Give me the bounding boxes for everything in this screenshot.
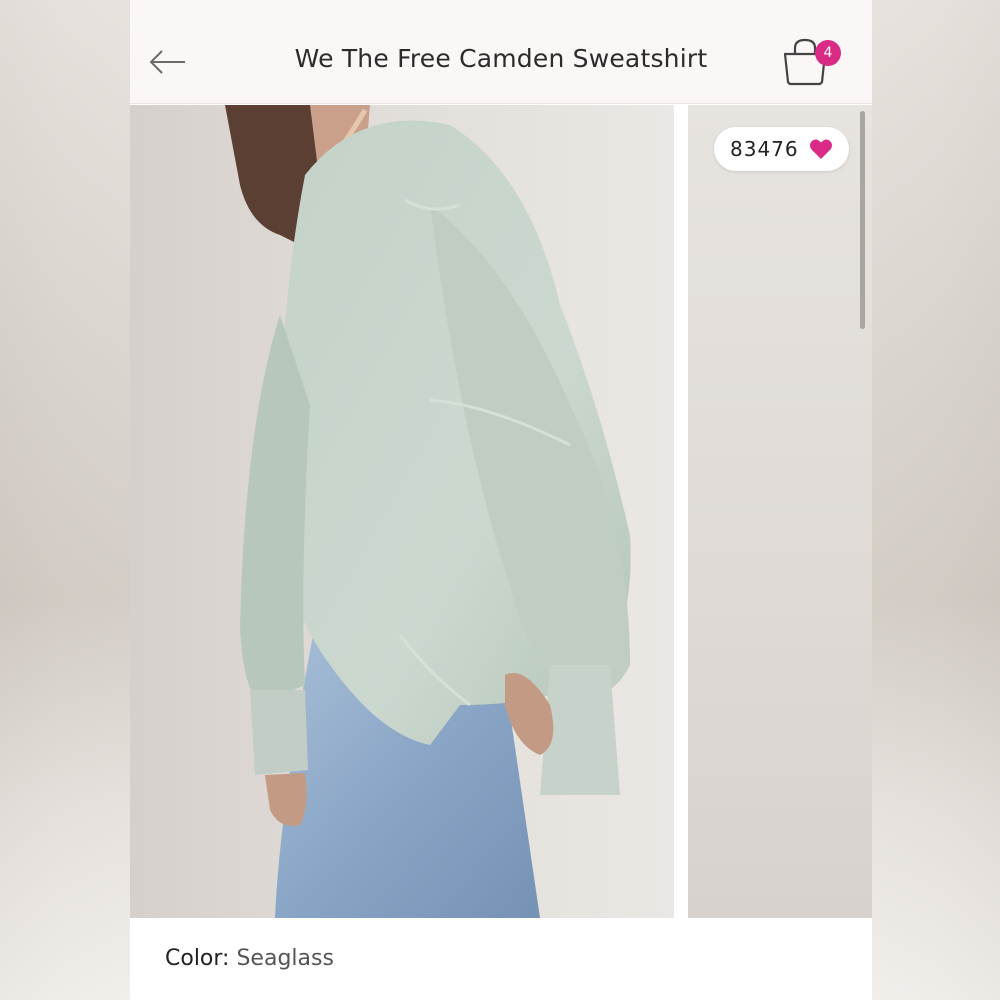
color-value: Seaglass — [236, 946, 334, 971]
cart-button[interactable]: 4 — [780, 36, 844, 92]
like-count: 83476 — [730, 137, 799, 161]
page-title: We The Free Camden Sweatshirt — [294, 44, 708, 73]
cart-count-badge: 4 — [815, 40, 841, 66]
like-button[interactable]: 83476 — [714, 127, 849, 171]
product-photo-main[interactable] — [130, 105, 674, 918]
heart-icon — [809, 139, 832, 159]
background-blur-left — [0, 0, 130, 1000]
model-wearing-sweatshirt-image — [130, 105, 674, 918]
back-button[interactable] — [148, 42, 188, 82]
product-image-gallery[interactable]: 83476 — [130, 105, 872, 918]
background-blur-right — [870, 0, 1000, 1000]
top-bar: We The Free Camden Sweatshirt 4 — [130, 0, 872, 104]
gallery-scrollbar[interactable] — [860, 111, 865, 329]
color-row: Color: Seaglass — [165, 946, 334, 971]
color-label: Color: — [165, 946, 237, 971]
product-photo-next[interactable] — [688, 105, 872, 918]
app-screen: We The Free Camden Sweatshirt 4 83476 Co… — [130, 0, 872, 1000]
product-details: Color: Seaglass — [130, 918, 872, 1000]
arrow-left-icon — [149, 50, 185, 74]
